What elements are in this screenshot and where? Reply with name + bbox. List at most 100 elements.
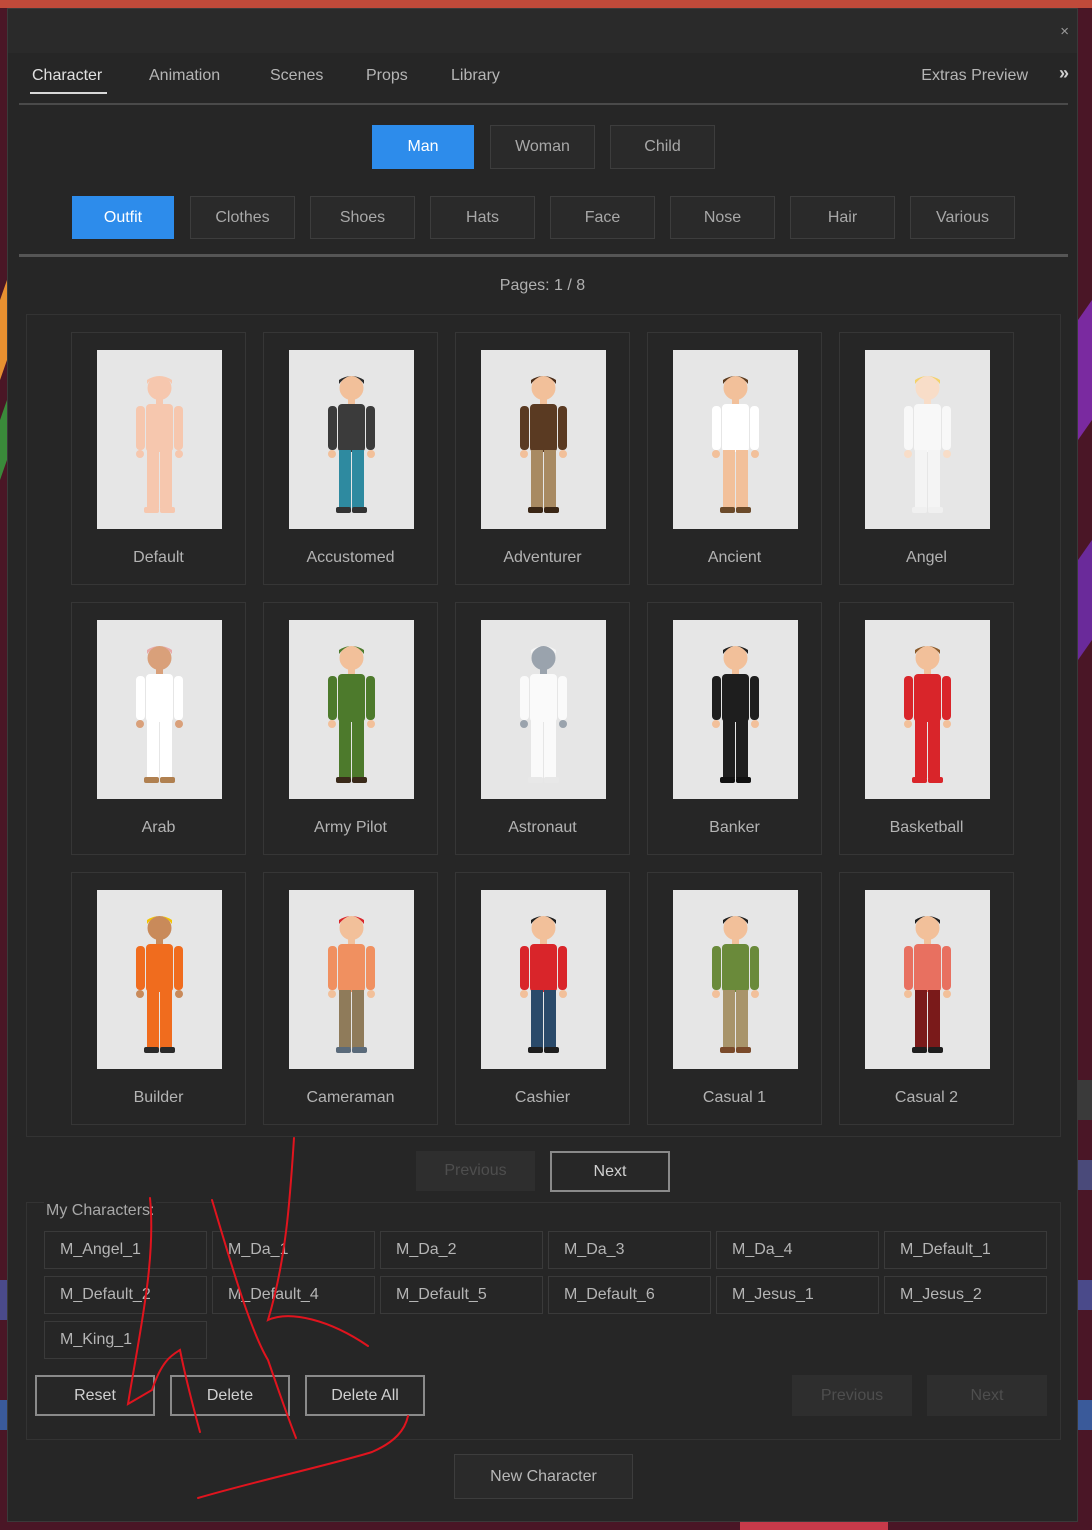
category-various[interactable]: Various (910, 196, 1015, 239)
outfit-thumbnail (97, 350, 222, 529)
section-divider (19, 254, 1068, 257)
my-character-item[interactable]: M_Default_5 (380, 1276, 543, 1314)
outfit-card[interactable]: Basketball (839, 602, 1014, 855)
outfit-card[interactable]: Arab (71, 602, 246, 855)
category-clothes[interactable]: Clothes (190, 196, 295, 239)
my-character-item[interactable]: M_King_1 (44, 1321, 207, 1359)
my-character-item[interactable]: M_Jesus_1 (716, 1276, 879, 1314)
my-characters-label: My Characters: (44, 1202, 157, 1220)
my-character-item[interactable]: M_Default_4 (212, 1276, 375, 1314)
outfit-card[interactable]: Adventurer (455, 332, 630, 585)
outfit-thumbnail (289, 620, 414, 799)
outfit-label: Casual 2 (894, 1089, 959, 1106)
grid-previous-button[interactable]: Previous (416, 1151, 535, 1191)
category-hair[interactable]: Hair (790, 196, 895, 239)
tab-character[interactable]: Character (32, 67, 102, 85)
my-character-item[interactable]: M_Da_1 (212, 1231, 375, 1269)
my-character-item[interactable]: M_Default_6 (548, 1276, 711, 1314)
outfit-card[interactable]: Casual 1 (647, 872, 822, 1125)
character-panel: × Character Animation Scenes Props Libra… (7, 8, 1078, 1522)
outfit-card[interactable]: Army Pilot (263, 602, 438, 855)
extras-preview-button[interactable]: Extras Preview (921, 67, 1028, 85)
outfit-card[interactable]: Angel (839, 332, 1014, 585)
reset-button[interactable]: Reset (35, 1375, 155, 1416)
outfit-card[interactable]: Builder (71, 872, 246, 1125)
grid-next-button[interactable]: Next (550, 1151, 670, 1192)
my-character-item[interactable]: M_Da_4 (716, 1231, 879, 1269)
outfit-label: Arab (141, 819, 176, 836)
outfit-label: Astronaut (508, 819, 577, 836)
outfit-label: Army Pilot (314, 819, 387, 836)
my-character-item[interactable]: M_Default_1 (884, 1231, 1047, 1269)
outfit-label: Cameraman (306, 1089, 395, 1106)
outfit-label: Banker (709, 819, 760, 836)
category-outfit[interactable]: Outfit (72, 196, 174, 239)
tab-scenes[interactable]: Scenes (270, 67, 323, 85)
delete-button[interactable]: Delete (170, 1375, 290, 1416)
character-figure-icon (520, 646, 567, 783)
outfit-thumbnail (97, 620, 222, 799)
tab-animation[interactable]: Animation (149, 67, 220, 85)
main-tabs: Character Animation Scenes Props Library (8, 53, 1077, 105)
character-figure-icon (328, 916, 375, 1053)
tab-library[interactable]: Library (451, 67, 500, 85)
character-figure-icon (904, 916, 951, 1053)
outfit-card[interactable]: Banker (647, 602, 822, 855)
title-bar: × (8, 9, 1077, 53)
character-figure-icon (136, 916, 183, 1053)
my-character-item[interactable]: M_Default_2 (44, 1276, 207, 1314)
my-previous-button[interactable]: Previous (792, 1375, 912, 1416)
character-figure-icon (136, 646, 183, 783)
woman-button[interactable]: Woman (490, 125, 595, 169)
category-shoes[interactable]: Shoes (310, 196, 415, 239)
character-figure-icon (712, 646, 759, 783)
outfit-card[interactable]: Cashier (455, 872, 630, 1125)
outfit-thumbnail (673, 890, 798, 1069)
category-nose[interactable]: Nose (670, 196, 775, 239)
outfit-card[interactable]: Ancient (647, 332, 822, 585)
category-face[interactable]: Face (550, 196, 655, 239)
outfit-card[interactable]: Accustomed (263, 332, 438, 585)
outfit-label: Adventurer (503, 549, 582, 566)
man-button[interactable]: Man (372, 125, 474, 169)
outfit-thumbnail (865, 890, 990, 1069)
outfit-thumbnail (481, 890, 606, 1069)
my-character-item[interactable]: M_Da_3 (548, 1231, 711, 1269)
outfit-thumbnail (481, 620, 606, 799)
close-button[interactable]: × (1060, 23, 1069, 40)
outfit-label: Default (133, 549, 184, 566)
outfit-card[interactable]: Astronaut (455, 602, 630, 855)
outfit-thumbnail (289, 350, 414, 529)
character-figure-icon (712, 376, 759, 513)
new-character-button[interactable]: New Character (454, 1454, 633, 1499)
pages-indicator: Pages: 1 / 8 (499, 277, 586, 294)
outfit-thumbnail (97, 890, 222, 1069)
outfit-card[interactable]: Cameraman (263, 872, 438, 1125)
my-character-item[interactable]: M_Da_2 (380, 1231, 543, 1269)
outfit-thumbnail (481, 350, 606, 529)
my-character-item[interactable]: M_Angel_1 (44, 1231, 207, 1269)
outfit-label: Accustomed (306, 549, 395, 566)
child-button[interactable]: Child (610, 125, 715, 169)
outfit-thumbnail (289, 890, 414, 1069)
character-figure-icon (328, 646, 375, 783)
outfit-thumbnail (865, 620, 990, 799)
active-tab-indicator (30, 92, 107, 94)
outfit-label: Basketball (889, 819, 964, 836)
my-character-item[interactable]: M_Jesus_2 (884, 1276, 1047, 1314)
outfit-label: Casual 1 (702, 1089, 767, 1106)
character-figure-icon (520, 376, 567, 513)
outfit-thumbnail (865, 350, 990, 529)
outfit-thumbnail (673, 620, 798, 799)
outfit-card[interactable]: Default (71, 332, 246, 585)
category-hats[interactable]: Hats (430, 196, 535, 239)
expand-chevron-icon[interactable]: » (1059, 63, 1069, 84)
my-next-button[interactable]: Next (927, 1375, 1047, 1416)
delete-all-button[interactable]: Delete All (305, 1375, 425, 1416)
tab-props[interactable]: Props (366, 67, 408, 85)
outfit-card[interactable]: Casual 2 (839, 872, 1014, 1125)
character-figure-icon (328, 376, 375, 513)
outfit-thumbnail (673, 350, 798, 529)
outfit-label: Cashier (514, 1089, 571, 1106)
character-figure-icon (136, 376, 183, 513)
